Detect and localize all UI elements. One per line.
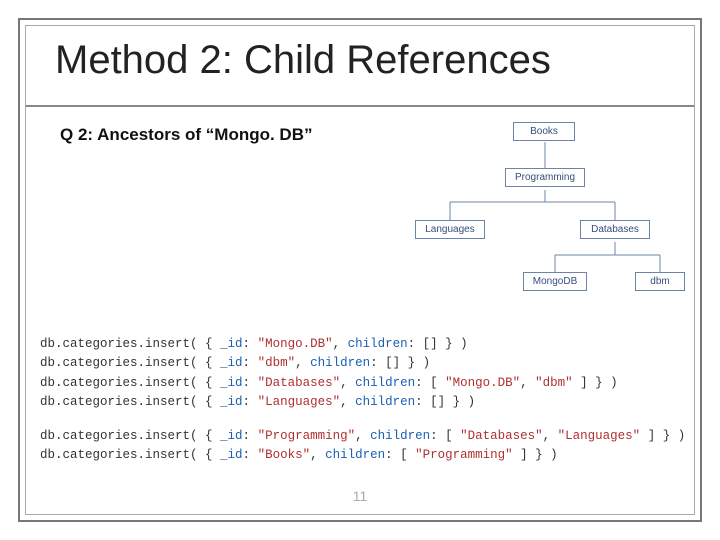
tree-node-databases: Databases bbox=[580, 220, 650, 239]
tree-node-programming: Programming bbox=[505, 168, 585, 187]
slide-subtitle: Q 2: Ancestors of “Mongo. DB” bbox=[60, 125, 313, 145]
page-number: 11 bbox=[0, 488, 720, 504]
code-block: db.categories.insert( { _id: "Mongo.DB",… bbox=[40, 335, 690, 465]
tree-node-dbm: dbm bbox=[635, 272, 685, 291]
tree-node-books: Books bbox=[513, 122, 575, 141]
tree-node-mongodb: MongoDB bbox=[523, 272, 587, 291]
title-underline bbox=[26, 105, 694, 107]
tree-node-languages: Languages bbox=[415, 220, 485, 239]
tree-diagram: Books Programming Languages Databases Mo… bbox=[405, 120, 685, 315]
slide: Method 2: Child References Q 2: Ancestor… bbox=[0, 0, 720, 540]
slide-title: Method 2: Child References bbox=[55, 38, 551, 83]
